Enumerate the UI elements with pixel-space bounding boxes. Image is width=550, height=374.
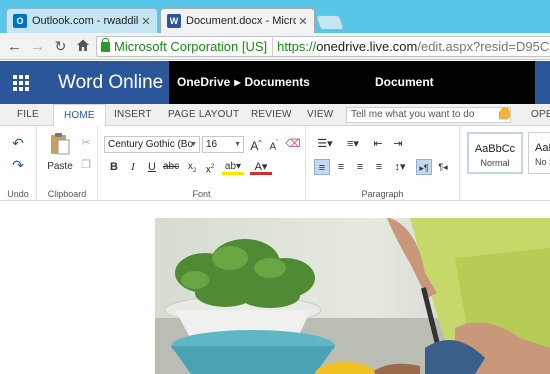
align-left-icon[interactable]: ≡ bbox=[314, 159, 330, 175]
group-undo: ↶ ↷ Undo bbox=[0, 126, 37, 201]
increase-indent-icon[interactable]: ⇥ bbox=[390, 136, 406, 152]
clipboard-icon bbox=[51, 133, 70, 155]
underline-icon[interactable]: U bbox=[144, 159, 160, 175]
bold-icon[interactable]: B bbox=[106, 159, 122, 175]
ev-certificate-badge[interactable]: Microsoft Corporation [US] bbox=[97, 37, 274, 56]
tell-me-placeholder: Tell me what you want to do bbox=[351, 109, 475, 120]
style-normal[interactable]: AaBbCc Normal bbox=[467, 132, 523, 174]
style-preview: AaBbC bbox=[535, 142, 550, 154]
redo-icon[interactable]: ↷ bbox=[10, 157, 26, 173]
numbering-icon[interactable]: ≡▾ bbox=[342, 136, 364, 152]
line-spacing-icon[interactable]: ↕▾ bbox=[390, 159, 410, 175]
reload-icon[interactable]: ↻ bbox=[52, 38, 69, 55]
style-name: Normal bbox=[480, 158, 510, 168]
word-icon: W bbox=[167, 14, 181, 28]
suite-right-edge bbox=[535, 61, 550, 104]
new-tab-button[interactable] bbox=[315, 15, 345, 30]
close-tab-icon[interactable]: ✕ bbox=[139, 15, 153, 28]
group-label-undo: Undo bbox=[7, 189, 29, 199]
lock-icon bbox=[101, 37, 110, 52]
group-label-paragraph: Paragraph bbox=[361, 189, 404, 199]
back-arrow-icon[interactable]: ← bbox=[6, 38, 23, 55]
breadcrumb: OneDrive ▶ Documents bbox=[177, 61, 310, 104]
tab-page-layout[interactable]: PAGE LAYOUT bbox=[168, 104, 239, 126]
breadcrumb-onedrive[interactable]: OneDrive bbox=[177, 75, 230, 89]
superscript-icon[interactable]: x2 bbox=[202, 159, 218, 175]
browser-toolbar: ← → ↻ Microsoft Corporation [US] https:/… bbox=[0, 33, 550, 60]
tab-home[interactable]: HOME bbox=[53, 104, 106, 127]
font-name-value: Century Gothic (Bo bbox=[108, 139, 194, 150]
tab-insert[interactable]: INSERT bbox=[114, 104, 152, 126]
italic-icon[interactable]: I bbox=[125, 159, 141, 175]
bullets-icon[interactable]: ☰▾ bbox=[314, 136, 336, 152]
grow-font-icon[interactable]: A^ bbox=[248, 136, 264, 153]
cut-icon[interactable]: ✂ bbox=[78, 135, 94, 151]
group-clipboard: Paste ✂ ❐ Clipboard bbox=[37, 126, 98, 201]
breadcrumb-documents[interactable]: Documents bbox=[245, 75, 310, 89]
address-bar[interactable]: Microsoft Corporation [US] https://onedr… bbox=[96, 36, 550, 57]
font-size-value: 16 bbox=[206, 139, 218, 150]
paste-label: Paste bbox=[47, 161, 73, 172]
group-label-clipboard: Clipboard bbox=[47, 189, 87, 199]
caret-right-icon: ▶ bbox=[234, 78, 241, 87]
tab-review[interactable]: REVIEW bbox=[251, 104, 292, 126]
undo-icon[interactable]: ↶ bbox=[10, 135, 26, 151]
url-text: https://onedrive.live.com/edit.aspx?resi… bbox=[277, 39, 550, 54]
tab-view[interactable]: VIEW bbox=[307, 104, 333, 126]
inserted-photo[interactable] bbox=[155, 218, 550, 374]
copy-icon[interactable]: ❐ bbox=[78, 157, 94, 173]
ribbon-tab-bar: FILE HOME INSERT PAGE LAYOUT REVIEW VIEW… bbox=[0, 104, 550, 127]
highlight-icon[interactable]: ab▾ bbox=[222, 159, 244, 175]
forward-arrow-icon[interactable]: → bbox=[29, 38, 46, 55]
style-preview: AaBbCc bbox=[474, 143, 516, 155]
align-center-icon[interactable]: ≡ bbox=[333, 159, 349, 175]
style-name: No S bbox=[535, 157, 550, 167]
browser-tab-outlook[interactable]: O Outlook.com - rwaddilove ✕ bbox=[6, 8, 158, 33]
style-no-spacing[interactable]: AaBbC No S bbox=[528, 132, 550, 174]
strikethrough-icon[interactable]: abc bbox=[163, 159, 179, 175]
document-title[interactable]: Document bbox=[375, 61, 434, 104]
subscript-icon[interactable]: x2 bbox=[184, 159, 200, 175]
ev-organization: Microsoft Corporation [US] bbox=[114, 39, 268, 54]
tab-title: Document.docx - Microsoft bbox=[186, 15, 296, 27]
tab-file[interactable]: FILE bbox=[17, 104, 39, 126]
decrease-indent-icon[interactable]: ⇤ bbox=[370, 136, 386, 152]
paste-button[interactable]: Paste bbox=[44, 132, 76, 176]
close-tab-icon[interactable]: ✕ bbox=[296, 15, 310, 28]
browser-tab-document[interactable]: W Document.docx - Microsoft ✕ bbox=[160, 8, 315, 33]
tab-title: Outlook.com - rwaddilove bbox=[32, 15, 139, 27]
justify-icon[interactable]: ≡ bbox=[371, 159, 387, 175]
chevron-down-icon: ▼ bbox=[234, 141, 241, 148]
clear-formatting-icon[interactable]: ⌫ bbox=[285, 136, 301, 152]
font-color-icon[interactable]: A▾ bbox=[250, 159, 272, 175]
group-font: Century Gothic (Bo ▼ 16 ▼ A^ Aˇ ⌫ B I U ab… bbox=[98, 126, 306, 201]
app-launcher-icon[interactable] bbox=[0, 61, 42, 104]
outlook-icon: O bbox=[13, 14, 27, 28]
font-name-dropdown[interactable]: Century Gothic (Bo ▼ bbox=[104, 136, 200, 153]
font-size-dropdown[interactable]: 16 ▼ bbox=[202, 136, 244, 153]
group-paragraph: ☰▾ ≡▾ ⇤ ⇥ ≡ ≡ ≡ ≡ ↕▾ ▸¶ ¶◂ Paragraph bbox=[306, 126, 460, 201]
align-right-icon[interactable]: ≡ bbox=[352, 159, 368, 175]
browser-tab-strip: O Outlook.com - rwaddilove ✕ W Document.… bbox=[0, 0, 550, 33]
document-canvas[interactable] bbox=[0, 201, 550, 374]
salad-photo-image bbox=[155, 218, 550, 374]
home-icon[interactable] bbox=[74, 38, 91, 55]
left-to-right-icon[interactable]: ▸¶ bbox=[416, 159, 432, 175]
ribbon-home: ↶ ↷ Undo Paste ✂ ❐ Clipboard Century Got… bbox=[0, 126, 550, 201]
right-to-left-icon[interactable]: ¶◂ bbox=[435, 159, 451, 175]
office-suite-bar: Word Online OneDrive ▶ Documents Document bbox=[0, 61, 550, 104]
tell-me-input[interactable]: Tell me what you want to do ▣ bbox=[346, 107, 511, 123]
group-label-font: Font bbox=[192, 189, 211, 199]
tab-open-in-word[interactable]: OPE bbox=[531, 104, 550, 126]
app-name[interactable]: Word Online bbox=[42, 61, 169, 104]
lightbulb-icon bbox=[500, 107, 510, 119]
chevron-down-icon: ▼ bbox=[190, 141, 197, 148]
shrink-font-icon[interactable]: Aˇ bbox=[266, 136, 282, 152]
